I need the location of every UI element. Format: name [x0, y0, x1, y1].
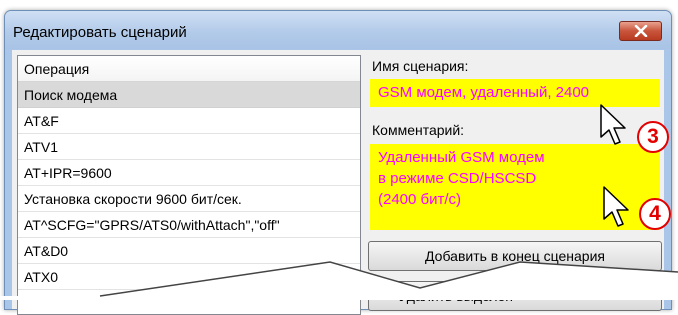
torn-edge-overlay	[0, 261, 678, 300]
